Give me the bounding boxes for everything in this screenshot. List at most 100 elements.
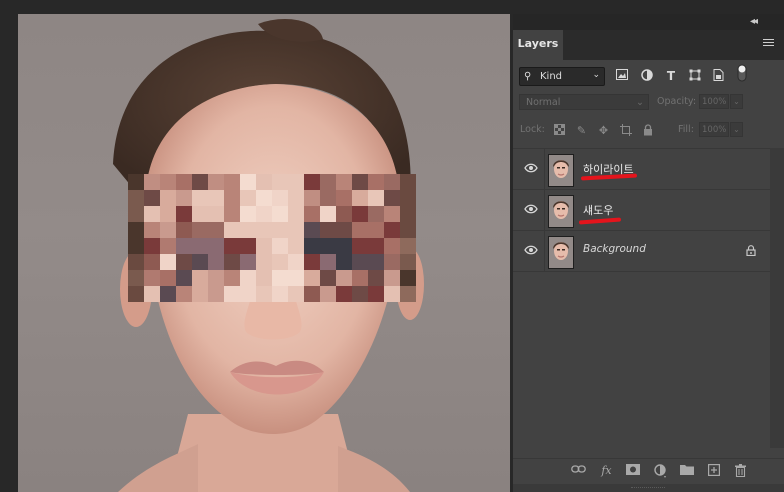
mosaic-cell bbox=[272, 238, 288, 254]
mosaic-cell bbox=[144, 222, 160, 238]
layer-thumbnail[interactable] bbox=[548, 236, 574, 269]
adjustment-filter-icon[interactable] bbox=[640, 69, 654, 83]
mosaic-cell bbox=[176, 254, 192, 270]
mosaic-cell bbox=[160, 190, 176, 206]
opacity-input[interactable]: 100% bbox=[699, 94, 729, 109]
lock-image-icon[interactable]: ✎ bbox=[575, 124, 588, 137]
mosaic-cell bbox=[352, 286, 368, 302]
layer-row[interactable]: 하이라이트 bbox=[513, 149, 770, 190]
folder-icon[interactable] bbox=[679, 464, 694, 478]
filter-toggle-icon[interactable] bbox=[735, 64, 749, 84]
mosaic-cell bbox=[176, 174, 192, 190]
mosaic-cell bbox=[240, 270, 256, 286]
smart-object-filter-icon[interactable] bbox=[711, 69, 725, 83]
mosaic-cell bbox=[208, 190, 224, 206]
type-filter-icon[interactable]: T bbox=[664, 69, 678, 83]
mosaic-cell bbox=[288, 286, 304, 302]
mosaic-cell bbox=[352, 254, 368, 270]
fill-dropdown-arrow[interactable]: ⌄ bbox=[730, 122, 743, 137]
mosaic-cell bbox=[336, 270, 352, 286]
mosaic-cell bbox=[128, 206, 144, 222]
layer-row[interactable]: Background bbox=[513, 231, 770, 272]
mosaic-cell bbox=[352, 270, 368, 286]
eye-icon[interactable] bbox=[524, 204, 538, 214]
link-layers-icon[interactable] bbox=[571, 464, 586, 478]
mosaic-cell bbox=[320, 206, 336, 222]
mosaic-cell bbox=[304, 238, 320, 254]
trash-icon[interactable] bbox=[733, 464, 748, 478]
mosaic-cell bbox=[384, 190, 400, 206]
adjustment-layer-icon[interactable] bbox=[653, 464, 668, 478]
mosaic-cell bbox=[368, 190, 384, 206]
mosaic-cell bbox=[384, 174, 400, 190]
opacity-label: Opacity: bbox=[657, 96, 697, 107]
mosaic-cell bbox=[128, 190, 144, 206]
double-chevron-left-icon[interactable]: ◂◂ bbox=[750, 15, 758, 29]
filter-kind-select[interactable]: ⚲ Kind ⌄ bbox=[519, 67, 605, 86]
mosaic-cell bbox=[336, 174, 352, 190]
mosaic-cell bbox=[224, 206, 240, 222]
mosaic-cell bbox=[224, 270, 240, 286]
opacity-dropdown-arrow[interactable]: ⌄ bbox=[730, 94, 743, 109]
mask-icon[interactable] bbox=[625, 464, 640, 478]
mosaic-cell bbox=[192, 206, 208, 222]
lock-all-icon[interactable] bbox=[641, 124, 654, 137]
mosaic-cell bbox=[240, 190, 256, 206]
mosaic-cell bbox=[208, 238, 224, 254]
pixelated-eye-mosaic bbox=[128, 174, 416, 302]
mosaic-cell bbox=[288, 270, 304, 286]
shape-filter-icon[interactable] bbox=[688, 69, 702, 83]
mosaic-cell bbox=[272, 254, 288, 270]
mosaic-cell bbox=[368, 238, 384, 254]
mosaic-cell bbox=[400, 254, 416, 270]
lock-icon bbox=[746, 245, 756, 256]
red-annotation-mark bbox=[578, 217, 622, 225]
mosaic-cell bbox=[320, 286, 336, 302]
mosaic-cell bbox=[144, 206, 160, 222]
lock-transparent-icon[interactable] bbox=[553, 124, 566, 137]
mosaic-cell bbox=[240, 238, 256, 254]
fill-input[interactable]: 100% bbox=[699, 122, 729, 137]
mosaic-cell bbox=[160, 270, 176, 286]
mosaic-cell bbox=[288, 206, 304, 222]
layer-name[interactable]: Background bbox=[583, 243, 646, 255]
panel-body: ⚲ Kind ⌄ T Normal ⌄ Opacity: 100% ⌄ Lock… bbox=[513, 60, 784, 492]
mosaic-cell bbox=[368, 206, 384, 222]
tab-layers[interactable]: Layers bbox=[513, 30, 563, 60]
panel-resize-grip[interactable] bbox=[513, 484, 784, 492]
mosaic-cell bbox=[368, 222, 384, 238]
eye-icon[interactable] bbox=[524, 163, 538, 173]
panel-tab-bar: Layers bbox=[513, 30, 784, 60]
mosaic-cell bbox=[224, 238, 240, 254]
blend-mode-select[interactable]: Normal ⌄ bbox=[519, 94, 649, 110]
mosaic-cell bbox=[400, 238, 416, 254]
eye-icon[interactable] bbox=[524, 245, 538, 255]
mosaic-cell bbox=[384, 238, 400, 254]
layer-thumbnail[interactable] bbox=[548, 195, 574, 228]
lock-artboard-icon[interactable] bbox=[619, 124, 632, 137]
layer-thumbnail[interactable] bbox=[548, 154, 574, 187]
mosaic-cell bbox=[400, 174, 416, 190]
mosaic-cell bbox=[144, 174, 160, 190]
layer-name[interactable]: 섀도우 bbox=[583, 202, 613, 218]
lock-label: Lock: bbox=[520, 124, 545, 135]
fx-icon[interactable]: fx bbox=[599, 464, 614, 478]
new-layer-icon[interactable] bbox=[706, 464, 721, 478]
panel-title-bar[interactable]: ◂◂ bbox=[513, 14, 784, 30]
mosaic-cell bbox=[192, 190, 208, 206]
mosaic-cell bbox=[160, 238, 176, 254]
panel-menu-icon[interactable] bbox=[763, 39, 774, 47]
document-canvas[interactable] bbox=[18, 14, 510, 492]
fill-label: Fill: bbox=[678, 124, 694, 135]
layer-list-scrollbar[interactable] bbox=[770, 148, 784, 448]
chevron-down-icon: ⌄ bbox=[636, 97, 644, 108]
mosaic-cell bbox=[336, 254, 352, 270]
image-filter-icon[interactable] bbox=[615, 69, 629, 83]
mosaic-cell bbox=[288, 238, 304, 254]
lock-position-icon[interactable]: ✥ bbox=[597, 124, 610, 137]
mosaic-cell bbox=[176, 286, 192, 302]
layer-row[interactable]: 섀도우 bbox=[513, 190, 770, 231]
mosaic-cell bbox=[128, 270, 144, 286]
portrait-photo bbox=[113, 19, 424, 492]
layers-bottom-toolbar: fx bbox=[513, 458, 784, 485]
